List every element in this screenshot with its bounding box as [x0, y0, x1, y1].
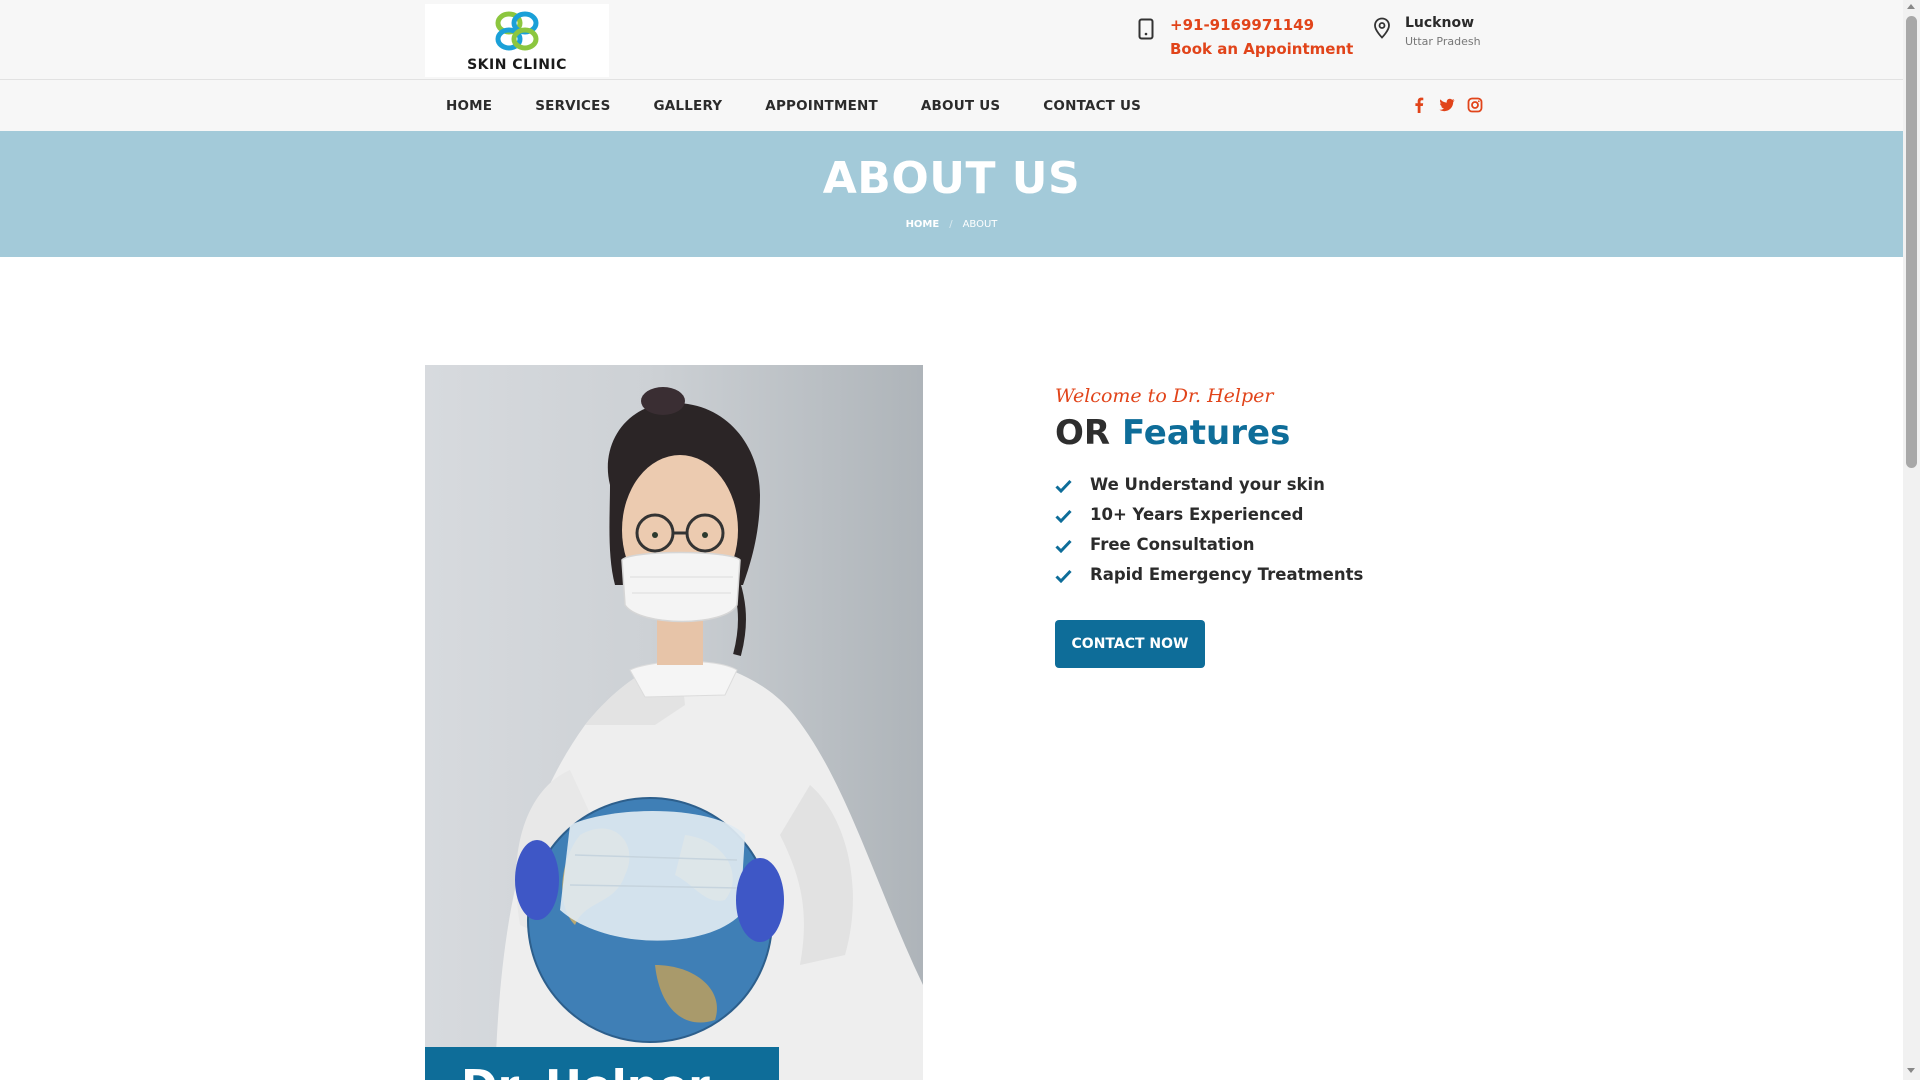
page-header-banner: ABOUT US HOME / ABOUT [0, 131, 1903, 257]
feature-label: 10+ Years Experienced [1090, 504, 1304, 524]
features-heading-prefix: OR [1055, 413, 1111, 453]
nav-item-gallery[interactable]: GALLERY [654, 98, 723, 114]
nav-item-services[interactable]: SERVICES [535, 98, 610, 114]
check-icon [1055, 569, 1072, 583]
location-city: Lucknow [1405, 15, 1475, 31]
logo-text: SKIN CLINIC [467, 57, 567, 73]
logo-mark-icon [495, 11, 539, 51]
welcome-tagline: Welcome to Dr. Helper [1055, 385, 1274, 407]
list-item: 10+ Years Experienced [1055, 499, 1655, 529]
scroll-down-arrow-icon[interactable] [1907, 1068, 1915, 1073]
doctor-name-card: Dr. Helper [425, 1047, 779, 1080]
clinic-logo[interactable]: SKIN CLINIC [425, 4, 609, 77]
instagram-icon[interactable] [1466, 95, 1484, 115]
list-item: We Understand your skin [1055, 469, 1655, 499]
scrollbar-thumb[interactable] [1906, 16, 1917, 468]
contact-now-button[interactable]: CONTACT NOW [1055, 620, 1205, 668]
doctor-name: Dr. Helper [461, 1061, 710, 1080]
nav-item-contact-us[interactable]: CONTACT US [1043, 98, 1141, 114]
twitter-icon[interactable] [1438, 95, 1456, 115]
check-icon [1055, 509, 1072, 523]
doctor-photo: Dr. Helper [425, 365, 923, 1080]
doctor-illustration [495, 387, 923, 1080]
location-state: Uttar Pradesh [1405, 35, 1481, 48]
breadcrumb-separator: / [949, 219, 953, 230]
scroll-up-arrow-icon[interactable] [1907, 4, 1915, 9]
feature-label: We Understand your skin [1090, 474, 1325, 494]
check-icon [1055, 539, 1072, 553]
feature-list: We Understand your skin 10+ Years Experi… [1055, 469, 1655, 589]
phone-number-link[interactable]: +91-9169971149 [1170, 16, 1314, 34]
features-heading: OR Features [1055, 413, 1655, 453]
nav-item-appointment[interactable]: APPOINTMENT [765, 98, 878, 114]
feature-label: Rapid Emergency Treatments [1090, 564, 1364, 584]
page-scrollbar[interactable] [1903, 0, 1920, 1080]
feature-label: Free Consultation [1090, 534, 1255, 554]
top-header: SKIN CLINIC +91-9169971149 Book an Appoi… [0, 0, 1903, 80]
list-item: Rapid Emergency Treatments [1055, 559, 1655, 589]
breadcrumb: HOME / ABOUT [0, 219, 1903, 230]
nav-menu: HOME SERVICES GALLERY APPOINTMENT ABOUT … [425, 80, 1184, 131]
nav-item-home[interactable]: HOME [446, 98, 492, 114]
location-pin-icon [1374, 17, 1390, 39]
check-icon [1055, 479, 1072, 493]
list-item: Free Consultation [1055, 529, 1655, 559]
book-appointment-link[interactable]: Book an Appointment [1170, 40, 1353, 58]
main-navbar: HOME SERVICES GALLERY APPOINTMENT ABOUT … [0, 80, 1903, 131]
mobile-phone-icon [1138, 18, 1154, 40]
social-links [1410, 95, 1484, 115]
nav-item-about-us[interactable]: ABOUT US [921, 98, 1000, 114]
features-heading-accent: Features [1121, 413, 1291, 453]
page-title: ABOUT US [822, 153, 1081, 204]
about-features-section: Welcome to Dr. Helper OR Features We Und… [1055, 385, 1655, 668]
breadcrumb-current: ABOUT [962, 219, 998, 230]
breadcrumb-home-link[interactable]: HOME [906, 219, 940, 230]
facebook-icon[interactable] [1410, 95, 1428, 115]
